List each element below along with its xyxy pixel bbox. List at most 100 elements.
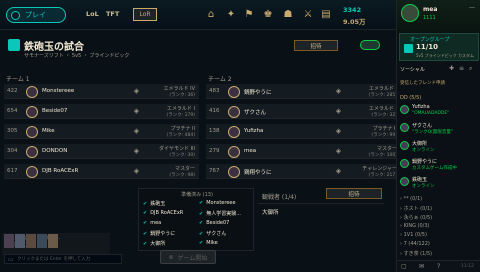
player-lp: (ランク: 100) xyxy=(368,153,397,158)
friend-name: Yufizha xyxy=(412,104,430,110)
friend-item[interactable]: Yufizha "OMAUADADDE" xyxy=(400,104,478,122)
avatar xyxy=(48,234,58,248)
spectator-invite-button[interactable]: 招待 xyxy=(326,188,382,199)
home-icon[interactable]: ⌂ xyxy=(205,9,217,21)
check-icon: ✔ xyxy=(199,231,204,237)
play-button[interactable]: プレイ xyxy=(6,7,66,23)
player-level: 617 xyxy=(7,168,18,174)
profile-card[interactable]: mea 1111 — xyxy=(397,0,480,32)
friend-group[interactable]: › ホスト (0/1) xyxy=(400,205,432,214)
friend-item[interactable]: 鉄砲玉 オンライン xyxy=(400,176,478,194)
mail-icon[interactable]: ✉ xyxy=(419,263,424,270)
friend-group[interactable]: › 7 (44/122) xyxy=(400,241,432,250)
add-friend-icon[interactable]: ✚ xyxy=(449,65,454,72)
toggle-switch[interactable] xyxy=(360,40,380,50)
player-row[interactable]: 422 Monstereee ◈ エメラルド IV (ランク: 36) xyxy=(4,84,199,99)
rank-icon: ◈ xyxy=(335,167,342,175)
rank-icon: ◈ xyxy=(335,87,342,95)
check-icon: ✔ xyxy=(143,241,148,247)
player-row[interactable]: 138 Yufizha ◈ プラチナ II (ランク: 99) xyxy=(206,124,401,139)
ready-item: ✔ 大御所 xyxy=(143,241,166,247)
player-row[interactable]: 416 ザクさん ◈ エメラルド I (ランク: 32) xyxy=(206,104,401,119)
player-name: Mike xyxy=(42,128,55,134)
friend-name: 鍋野やうに xyxy=(412,159,438,165)
store-icon[interactable]: ▤ xyxy=(320,9,332,21)
collection-icon[interactable]: ⚑ xyxy=(243,9,255,21)
check-icon: ✔ xyxy=(199,200,204,206)
avatar xyxy=(37,234,47,248)
tab-lol[interactable]: LoL xyxy=(86,10,99,18)
player-name: 鶏翔やうに xyxy=(244,170,272,176)
avatar xyxy=(401,4,419,22)
start-game-button[interactable]: ⊗ ゲーム開始 xyxy=(160,250,216,264)
clash-icon[interactable]: ⚔ xyxy=(302,9,314,21)
player-level: 416 xyxy=(209,108,220,114)
player-lp: (ランク: 32) xyxy=(371,113,397,118)
friend-item[interactable]: 鍋野やうに カスタムゲーム作成中 xyxy=(400,158,478,176)
ready-item: ✔ Monstereee xyxy=(199,200,236,206)
avatar xyxy=(400,123,409,132)
friend-group[interactable]: › ** (0/1) xyxy=(400,196,432,205)
profile-icon[interactable]: ✦ xyxy=(225,9,237,21)
chat-input[interactable]: ▭ クリックまたは Enter を押して入力 xyxy=(4,254,122,264)
friend-item[interactable]: 大御所 オンライン xyxy=(400,140,478,158)
rank-icon: ◈ xyxy=(335,127,342,135)
ready-item: ✔ mea xyxy=(143,220,162,226)
friend-request-label[interactable]: 受信したフレンド申請 xyxy=(400,80,445,86)
lobby-title: 鉄砲玉の試合 xyxy=(24,42,84,53)
friend-name: 大御所 xyxy=(412,141,428,147)
player-level: 767 xyxy=(209,168,220,174)
friend-group[interactable]: › 1V1 (0/5) xyxy=(400,232,432,241)
player-row[interactable]: 304 DONDON ◈ ダイヤモンド III (ランク: 30) xyxy=(4,144,199,159)
chat-icon: ▭ xyxy=(8,256,14,263)
friend-item[interactable]: ザクさん "ランクQ(無限音量" xyxy=(400,122,478,140)
social-footer: ▢ ✉ ? 11:12 xyxy=(397,260,480,272)
tft-icon[interactable]: ☗ xyxy=(282,9,294,21)
tab-lor[interactable]: LoR xyxy=(133,8,157,21)
team1-label: チーム 1 xyxy=(6,76,30,83)
player-lp: (ランク: 285) xyxy=(368,93,397,98)
player-row[interactable]: 483 鍋野やうに ◈ エメラルド I (ランク: 285) xyxy=(206,84,401,99)
rank-icon: ◈ xyxy=(133,167,140,175)
avatar xyxy=(26,166,38,178)
player-rank: エメラルド I xyxy=(166,106,195,112)
player-row[interactable]: 767 鶏翔やうに ◈ チャレンジャー (ランク: 217) xyxy=(206,164,401,179)
avatar xyxy=(15,234,25,248)
search-icon[interactable]: ⌕ xyxy=(469,65,472,73)
friend-groups: › ** (0/1) › ホスト (0/1) › 永らぁ (0/5) › KING (… xyxy=(400,196,432,259)
help-icon[interactable]: ? xyxy=(437,263,440,270)
team1-list: 422 Monstereee ◈ エメラルド IV (ランク: 36) 654 Beside… xyxy=(4,84,199,184)
player-level: 654 xyxy=(7,108,18,114)
player-row[interactable]: 654 Beside07 ◈ エメラルド I (ランク: 179) xyxy=(4,104,199,119)
friend-name: ザクさん xyxy=(412,123,433,129)
avatar xyxy=(26,126,38,138)
player-level: 483 xyxy=(209,88,220,94)
friend-group-dd[interactable]: DD (5/5) xyxy=(400,95,421,101)
lobby-status-card[interactable]: オープングループ 11/10 5v5 ブラインドピック カスタム xyxy=(399,33,479,61)
sort-icon[interactable]: ≡ xyxy=(459,65,464,72)
invite-button[interactable]: 招待 xyxy=(294,40,338,51)
player-lp: (ランク: 217) xyxy=(368,173,397,178)
rank-icon: ◈ xyxy=(133,107,140,115)
check-icon: ✔ xyxy=(143,231,148,237)
chat-icon[interactable]: ▢ xyxy=(401,263,407,270)
settings-icon[interactable]: — xyxy=(469,4,475,11)
tab-tft[interactable]: TFT xyxy=(106,10,119,18)
player-row[interactable]: 305 Mike ◈ プラチナ II (ランク: 484) xyxy=(4,124,199,139)
player-level: 305 xyxy=(7,128,18,134)
group-icon xyxy=(404,44,413,53)
friend-group[interactable]: › 永らぁ (0/5) xyxy=(400,214,432,223)
loot-icon[interactable]: ♚ xyxy=(262,9,274,21)
ready-item: ✔ 鉄砲玉 xyxy=(143,201,166,207)
player-lp: (ランク: 179) xyxy=(166,113,195,118)
player-row[interactable]: 617 DJB RoACExR ◈ マスター (ランク: 98) xyxy=(4,164,199,179)
check-icon: ✔ xyxy=(143,220,148,226)
player-name: Yufizha xyxy=(244,128,264,134)
friend-group[interactable]: › すき茶 (1/5) xyxy=(400,250,432,259)
rank-icon: ◈ xyxy=(133,147,140,155)
avatar xyxy=(400,105,409,114)
ready-list-right: ✔ Monstereee ✔ 無人学習実験... ✔ Beside07 ✔ ザクさん ✔ Mike xyxy=(199,200,241,250)
check-icon: ✔ xyxy=(199,220,204,226)
player-row[interactable]: 279 mea ◈ マスター (ランク: 100) xyxy=(206,144,401,159)
friend-group[interactable]: › KING (0/3) xyxy=(400,223,432,232)
